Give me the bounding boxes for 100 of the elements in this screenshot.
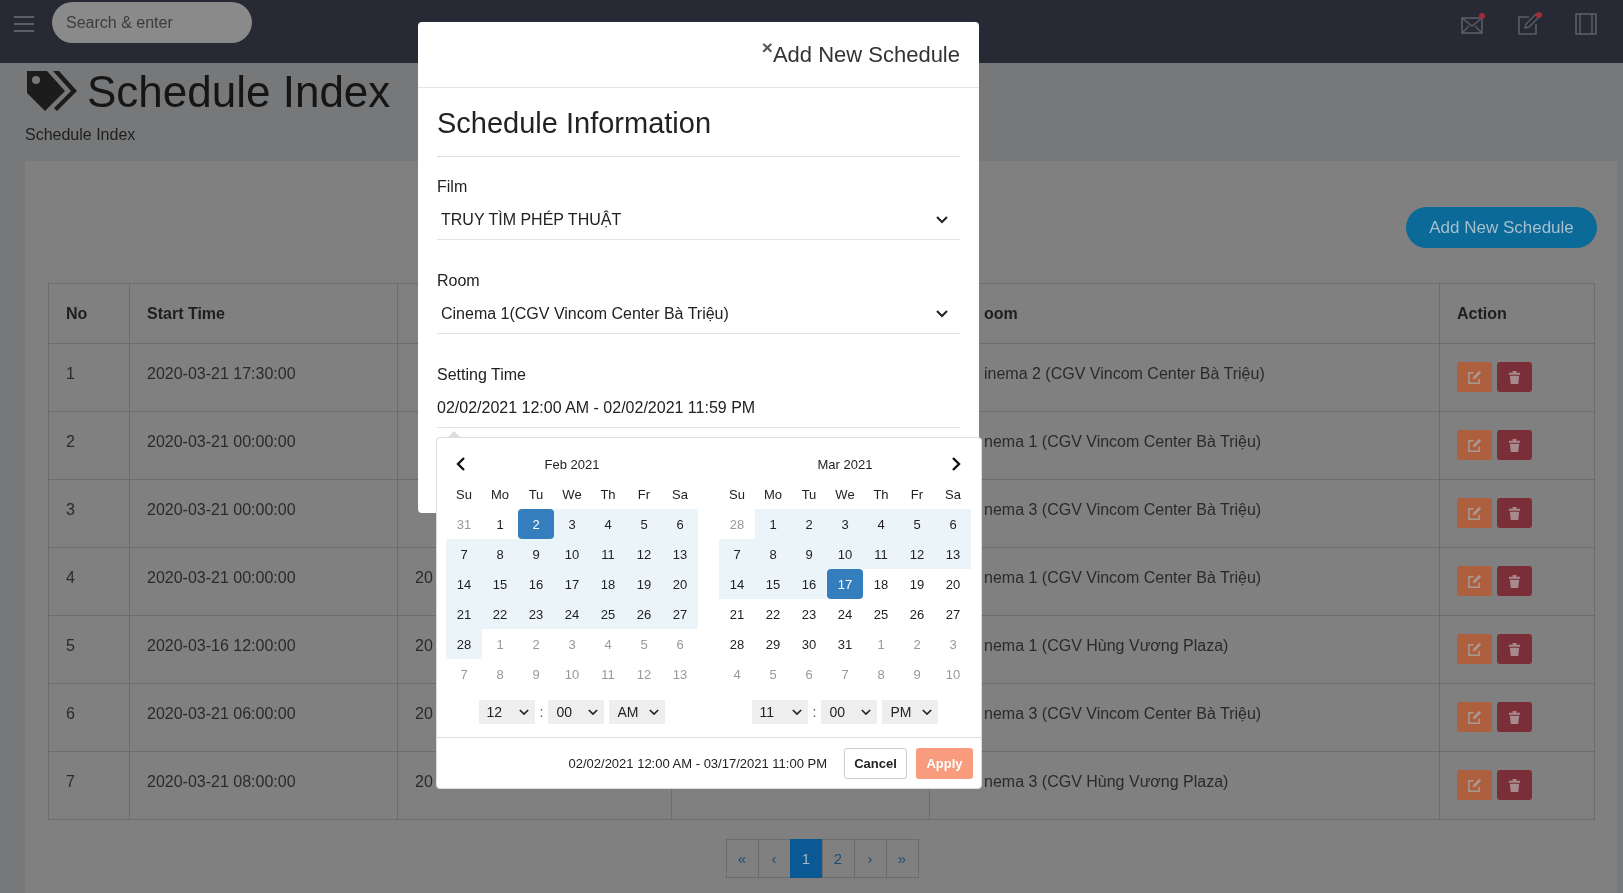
calendar-day[interactable]: 16 (791, 569, 827, 599)
delete-button[interactable] (1497, 498, 1532, 528)
calendar-day[interactable]: 20 (935, 569, 971, 599)
calendar-day[interactable]: 5 (626, 509, 662, 539)
calendar-day[interactable]: 7 (446, 539, 482, 569)
edit-button[interactable] (1457, 770, 1492, 800)
calendar-day[interactable]: 24 (554, 599, 590, 629)
calendar-day[interactable]: 14 (446, 569, 482, 599)
table-cell: 6 (66, 705, 75, 722)
column-header: No (66, 303, 88, 324)
minute-select[interactable]: 00 (548, 700, 605, 724)
next-month-icon[interactable] (951, 457, 961, 471)
calendar-day[interactable]: 25 (863, 599, 899, 629)
table-cell: nema 3 (CGV Vincom Center Bà Triệu) (984, 705, 1262, 722)
select-field[interactable]: Cinema 1(CGV Vincom Center Bà Triệu) (437, 294, 960, 334)
time-separator: : (812, 704, 817, 720)
calendar-day[interactable]: 3 (554, 509, 590, 539)
edit-button[interactable] (1457, 702, 1492, 732)
search-field[interactable]: Search & enter (52, 2, 252, 43)
calendar-day[interactable]: 13 (935, 539, 971, 569)
calendar-day[interactable]: 31 (827, 629, 863, 659)
field-label: Film (437, 178, 468, 196)
table-cell: nema 1 (CGV Hùng Vương Plaza) (984, 637, 1229, 654)
calendar-day[interactable]: 23 (518, 599, 554, 629)
calendar-day[interactable]: 27 (662, 599, 698, 629)
delete-button[interactable] (1497, 566, 1532, 596)
calendar-day[interactable]: 9 (518, 539, 554, 569)
delete-button[interactable] (1497, 362, 1532, 392)
calendar-day[interactable]: 22 (755, 599, 791, 629)
delete-button[interactable] (1497, 634, 1532, 664)
calendar-day[interactable]: 9 (791, 539, 827, 569)
dialog-title: Add New Schedule (772, 41, 960, 68)
calendar-day[interactable]: 28 (446, 629, 482, 659)
calendar-day[interactable]: 26 (626, 599, 662, 629)
calendar-day[interactable]: 21 (719, 599, 755, 629)
period-select[interactable]: PM (882, 700, 939, 724)
delete-button[interactable] (1497, 430, 1532, 460)
close-button[interactable]: × (761, 40, 773, 56)
calendar-day[interactable]: 19 (899, 569, 935, 599)
page-link[interactable]: 1 (789, 839, 823, 878)
hour-select[interactable]: 12 (478, 700, 535, 724)
calendar-day[interactable]: 8 (755, 539, 791, 569)
calendar-day[interactable]: 17 (827, 569, 863, 599)
calendar-day[interactable]: 10 (827, 539, 863, 569)
calendar-day[interactable]: 24 (827, 599, 863, 629)
calendar-day[interactable]: 7 (719, 539, 755, 569)
calendar-day[interactable]: 20 (662, 569, 698, 599)
calendar-day[interactable]: 12 (899, 539, 935, 569)
calendar-day[interactable]: 1 (755, 509, 791, 539)
calendar-day[interactable]: 6 (662, 509, 698, 539)
calendar-day[interactable]: 5 (899, 509, 935, 539)
minute-select[interactable]: 00 (821, 700, 878, 724)
calendar-day[interactable]: 6 (935, 509, 971, 539)
edit-button[interactable] (1457, 566, 1492, 596)
previous-month-icon[interactable] (456, 457, 466, 471)
edit-button[interactable] (1457, 362, 1492, 392)
calendar-day[interactable]: 12 (626, 539, 662, 569)
calendar-day[interactable]: 18 (863, 569, 899, 599)
calendar-day[interactable]: 25 (590, 599, 626, 629)
mail-icon[interactable] (1461, 12, 1487, 36)
calendar-day[interactable]: 16 (518, 569, 554, 599)
weekday-label: Fr (909, 485, 925, 504)
calendar-day[interactable]: 26 (899, 599, 935, 629)
menu-icon[interactable] (14, 16, 34, 32)
calendar-day[interactable]: 4 (863, 509, 899, 539)
edit-button[interactable] (1457, 634, 1492, 664)
calendar-day[interactable]: 1 (482, 509, 518, 539)
calendar-day[interactable]: 29 (755, 629, 791, 659)
weekday-label: Tu (527, 485, 545, 504)
calendar-day[interactable]: 8 (482, 539, 518, 569)
calendar-day[interactable]: 3 (827, 509, 863, 539)
calendar-day[interactable]: 11 (590, 539, 626, 569)
calendar-day[interactable]: 17 (554, 569, 590, 599)
calendar-day[interactable]: 15 (755, 569, 791, 599)
delete-button[interactable] (1497, 770, 1532, 800)
film-icon[interactable] (1573, 12, 1599, 36)
calendar-day[interactable]: 13 (662, 539, 698, 569)
calendar-day[interactable]: 4 (590, 509, 626, 539)
calendar-day[interactable]: 2 (518, 509, 554, 539)
edit-button[interactable] (1457, 498, 1492, 528)
hour-select[interactable]: 11 (751, 700, 808, 724)
calendar-day[interactable]: 2 (791, 509, 827, 539)
calendar-day[interactable]: 11 (863, 539, 899, 569)
edit-icon[interactable] (1517, 12, 1543, 36)
calendar-day[interactable]: 18 (590, 569, 626, 599)
cancel-button[interactable]: Cancel (844, 747, 907, 779)
delete-button[interactable] (1497, 702, 1532, 732)
calendar-day[interactable]: 30 (791, 629, 827, 659)
calendar-day[interactable]: 15 (482, 569, 518, 599)
calendar-day[interactable]: 28 (719, 629, 755, 659)
select-field[interactable]: TRUY TÌM PHÉP THUẬT (437, 200, 960, 240)
edit-button[interactable] (1457, 430, 1492, 460)
calendar-day[interactable]: 14 (719, 569, 755, 599)
calendar-day[interactable]: 21 (446, 599, 482, 629)
period-select[interactable]: AM (609, 700, 666, 724)
calendar-day[interactable]: 22 (482, 599, 518, 629)
calendar-day[interactable]: 23 (791, 599, 827, 629)
calendar-day[interactable]: 27 (935, 599, 971, 629)
calendar-day[interactable]: 10 (554, 539, 590, 569)
calendar-day[interactable]: 19 (626, 569, 662, 599)
